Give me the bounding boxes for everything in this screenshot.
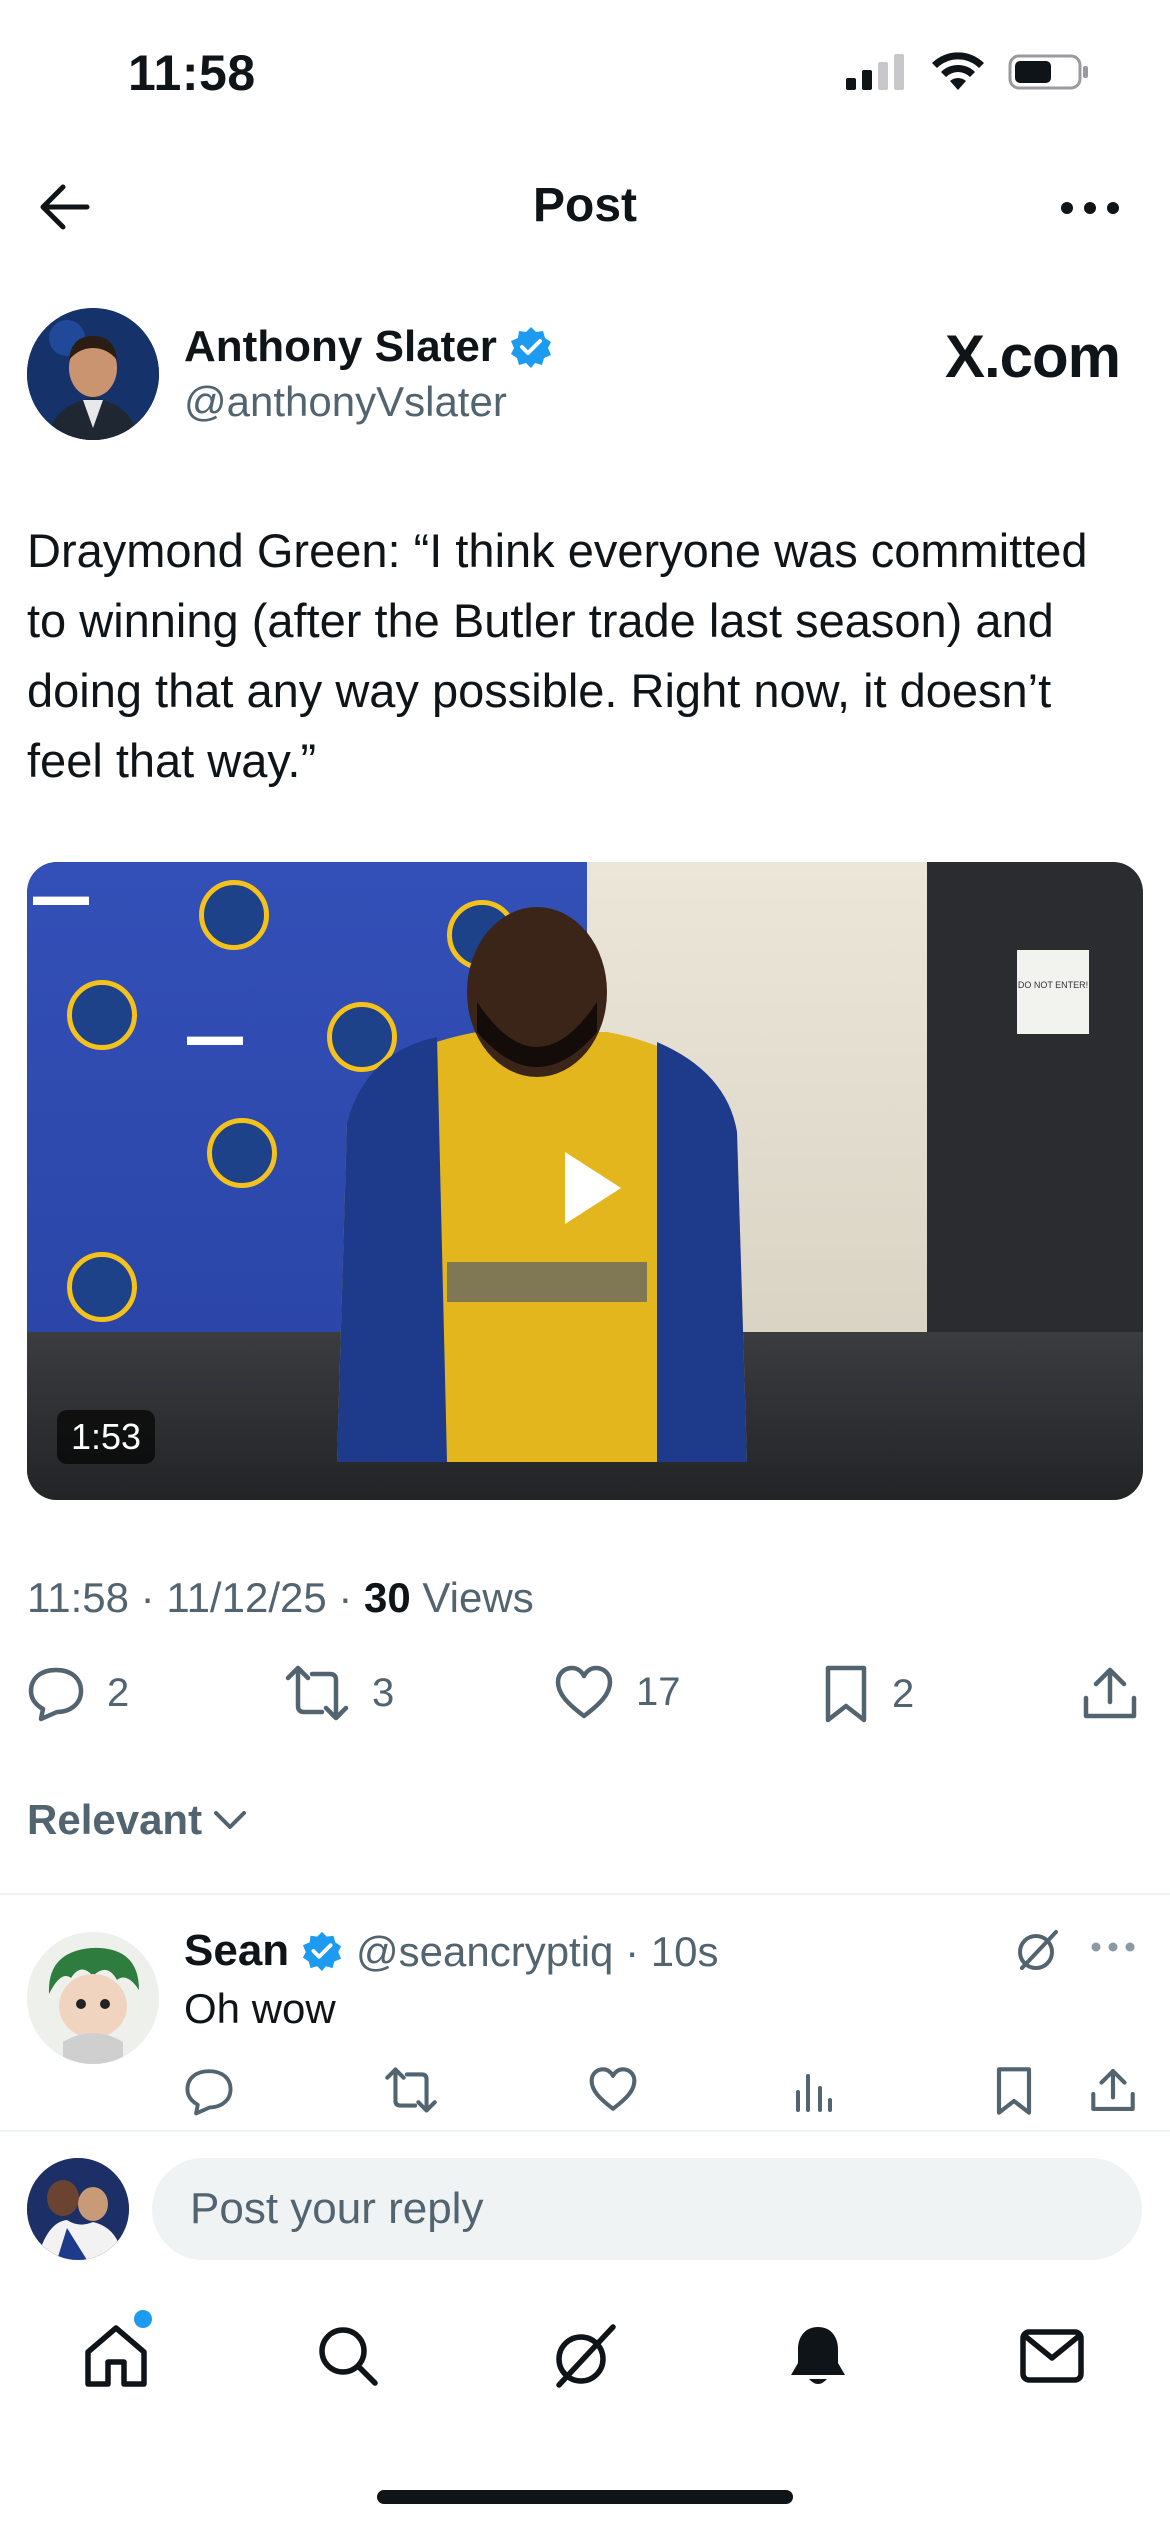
divider [0,1893,1170,1895]
more-dots-icon [1061,202,1119,214]
warriors-logo [199,880,269,950]
repost-button[interactable]: 3 [284,1664,394,1722]
grok-icon [1018,1930,1058,1970]
bookmark-icon [996,2067,1032,2115]
reply-author-avatar[interactable] [27,1932,159,2064]
page-title: Post [532,179,637,232]
reply-count: 2 [107,1670,130,1715]
reply-views-button[interactable] [792,2066,836,2117]
search-icon [319,2327,378,2386]
reply-button[interactable]: 2 [27,1664,129,1722]
share-button[interactable] [1082,1664,1138,1722]
verified-badge-icon [303,1931,342,1972]
bookmark-count: 2 [892,1671,915,1716]
reply-handle-line: @seancryptiq · 10s [356,1928,719,1975]
reply-like-button[interactable] [588,2066,638,2117]
reply-input-placeholder: Post your reply [190,2184,484,2233]
views-count: 30 [364,1574,411,1621]
wifi-icon [932,52,984,90]
post-text: Draymond Green: “I think everyone was co… [27,524,1088,787]
divider [0,2130,1170,2132]
like-count: 17 [636,1669,681,1714]
reply-share-button[interactable] [1090,2066,1136,2119]
author-name[interactable]: Anthony Slater [184,322,553,372]
warriors-logo [67,1252,137,1322]
video-sign: DO NOT ENTER! [1017,950,1089,1034]
repost-icon [285,1665,349,1721]
reply-author-handle[interactable]: @seancryptiq [356,1928,613,1975]
warriors-logo [207,1118,277,1188]
more-dots-icon [1091,1942,1135,1952]
repost-icon [385,2067,437,2113]
post-meta: 11:58 · 11/12/25 · 30 Views [27,1574,534,1621]
verified-badge-icon [510,327,551,368]
tab-search[interactable] [308,2316,388,2396]
reply-bookmark-button[interactable] [994,2066,1034,2121]
home-notification-dot [134,2310,152,2328]
status-time: 11:58 [128,45,256,101]
tab-messages[interactable] [1012,2316,1092,2396]
reply-author-name[interactable]: Sean [184,1926,343,1976]
video-door [927,862,1143,1362]
share-icon [1091,2069,1135,2111]
video-duration: 1:53 [57,1410,156,1464]
home-indicator [377,2490,793,2504]
tab-notifications[interactable] [778,2316,858,2396]
author-name-text: Anthony Slater [184,322,497,371]
author-handle[interactable]: @anthonyVslater [184,378,507,426]
current-user-avatar[interactable] [27,2158,129,2260]
post-date: 11/12/25 [166,1574,327,1621]
reply-repost-button[interactable] [384,2066,438,2119]
bookmark-icon [825,1665,867,1723]
video-player[interactable]: DO NOT ENTER! ▬▬ ▬▬ 1:53 [27,862,1143,1500]
sponsor-logo: ▬▬ [187,1020,243,1051]
reply-icon [185,2069,233,2116]
status-icons [846,52,1090,92]
messages-icon [1020,2329,1084,2383]
tab-home[interactable] [76,2316,156,2396]
post-time: 11:58 [27,1574,129,1621]
sort-label: Relevant [27,1796,203,1843]
warriors-logo [67,980,137,1050]
source-label: X.com [944,323,1121,390]
grok-button[interactable] [1014,1926,1062,1979]
tab-grok[interactable] [544,2316,624,2396]
like-button[interactable]: 17 [554,1664,681,1720]
chevron-down-icon [214,1811,247,1829]
sort-replies-button[interactable]: Relevant [27,1796,248,1844]
reply-author-name-text: Sean [184,1926,290,1975]
home-icon [85,2325,147,2387]
reply-input[interactable]: Post your reply [152,2158,1142,2260]
analytics-icon [796,2074,832,2112]
grok-icon [556,2324,616,2388]
heart-icon [555,1665,613,1719]
reply-age: 10s [650,1928,719,1975]
heart-icon [589,2067,637,2111]
views-label: Views [422,1574,534,1621]
battery-icon [1008,54,1088,90]
more-options-button[interactable] [1050,178,1130,238]
author-avatar[interactable] [27,308,159,440]
bookmark-button[interactable]: 2 [822,1664,914,1724]
reply-icon [28,1667,84,1722]
reply-more-button[interactable] [1090,1940,1136,1958]
share-icon [1083,1667,1137,1719]
repost-count: 3 [372,1670,395,1715]
reply-text: Oh wow [184,1985,336,2032]
cellular-signal-icon [846,54,904,90]
reply-reply-button[interactable] [184,2066,234,2121]
notifications-icon [791,2327,845,2384]
play-icon[interactable] [535,1138,635,1238]
sponsor-logo: ▬▬ [33,880,89,911]
